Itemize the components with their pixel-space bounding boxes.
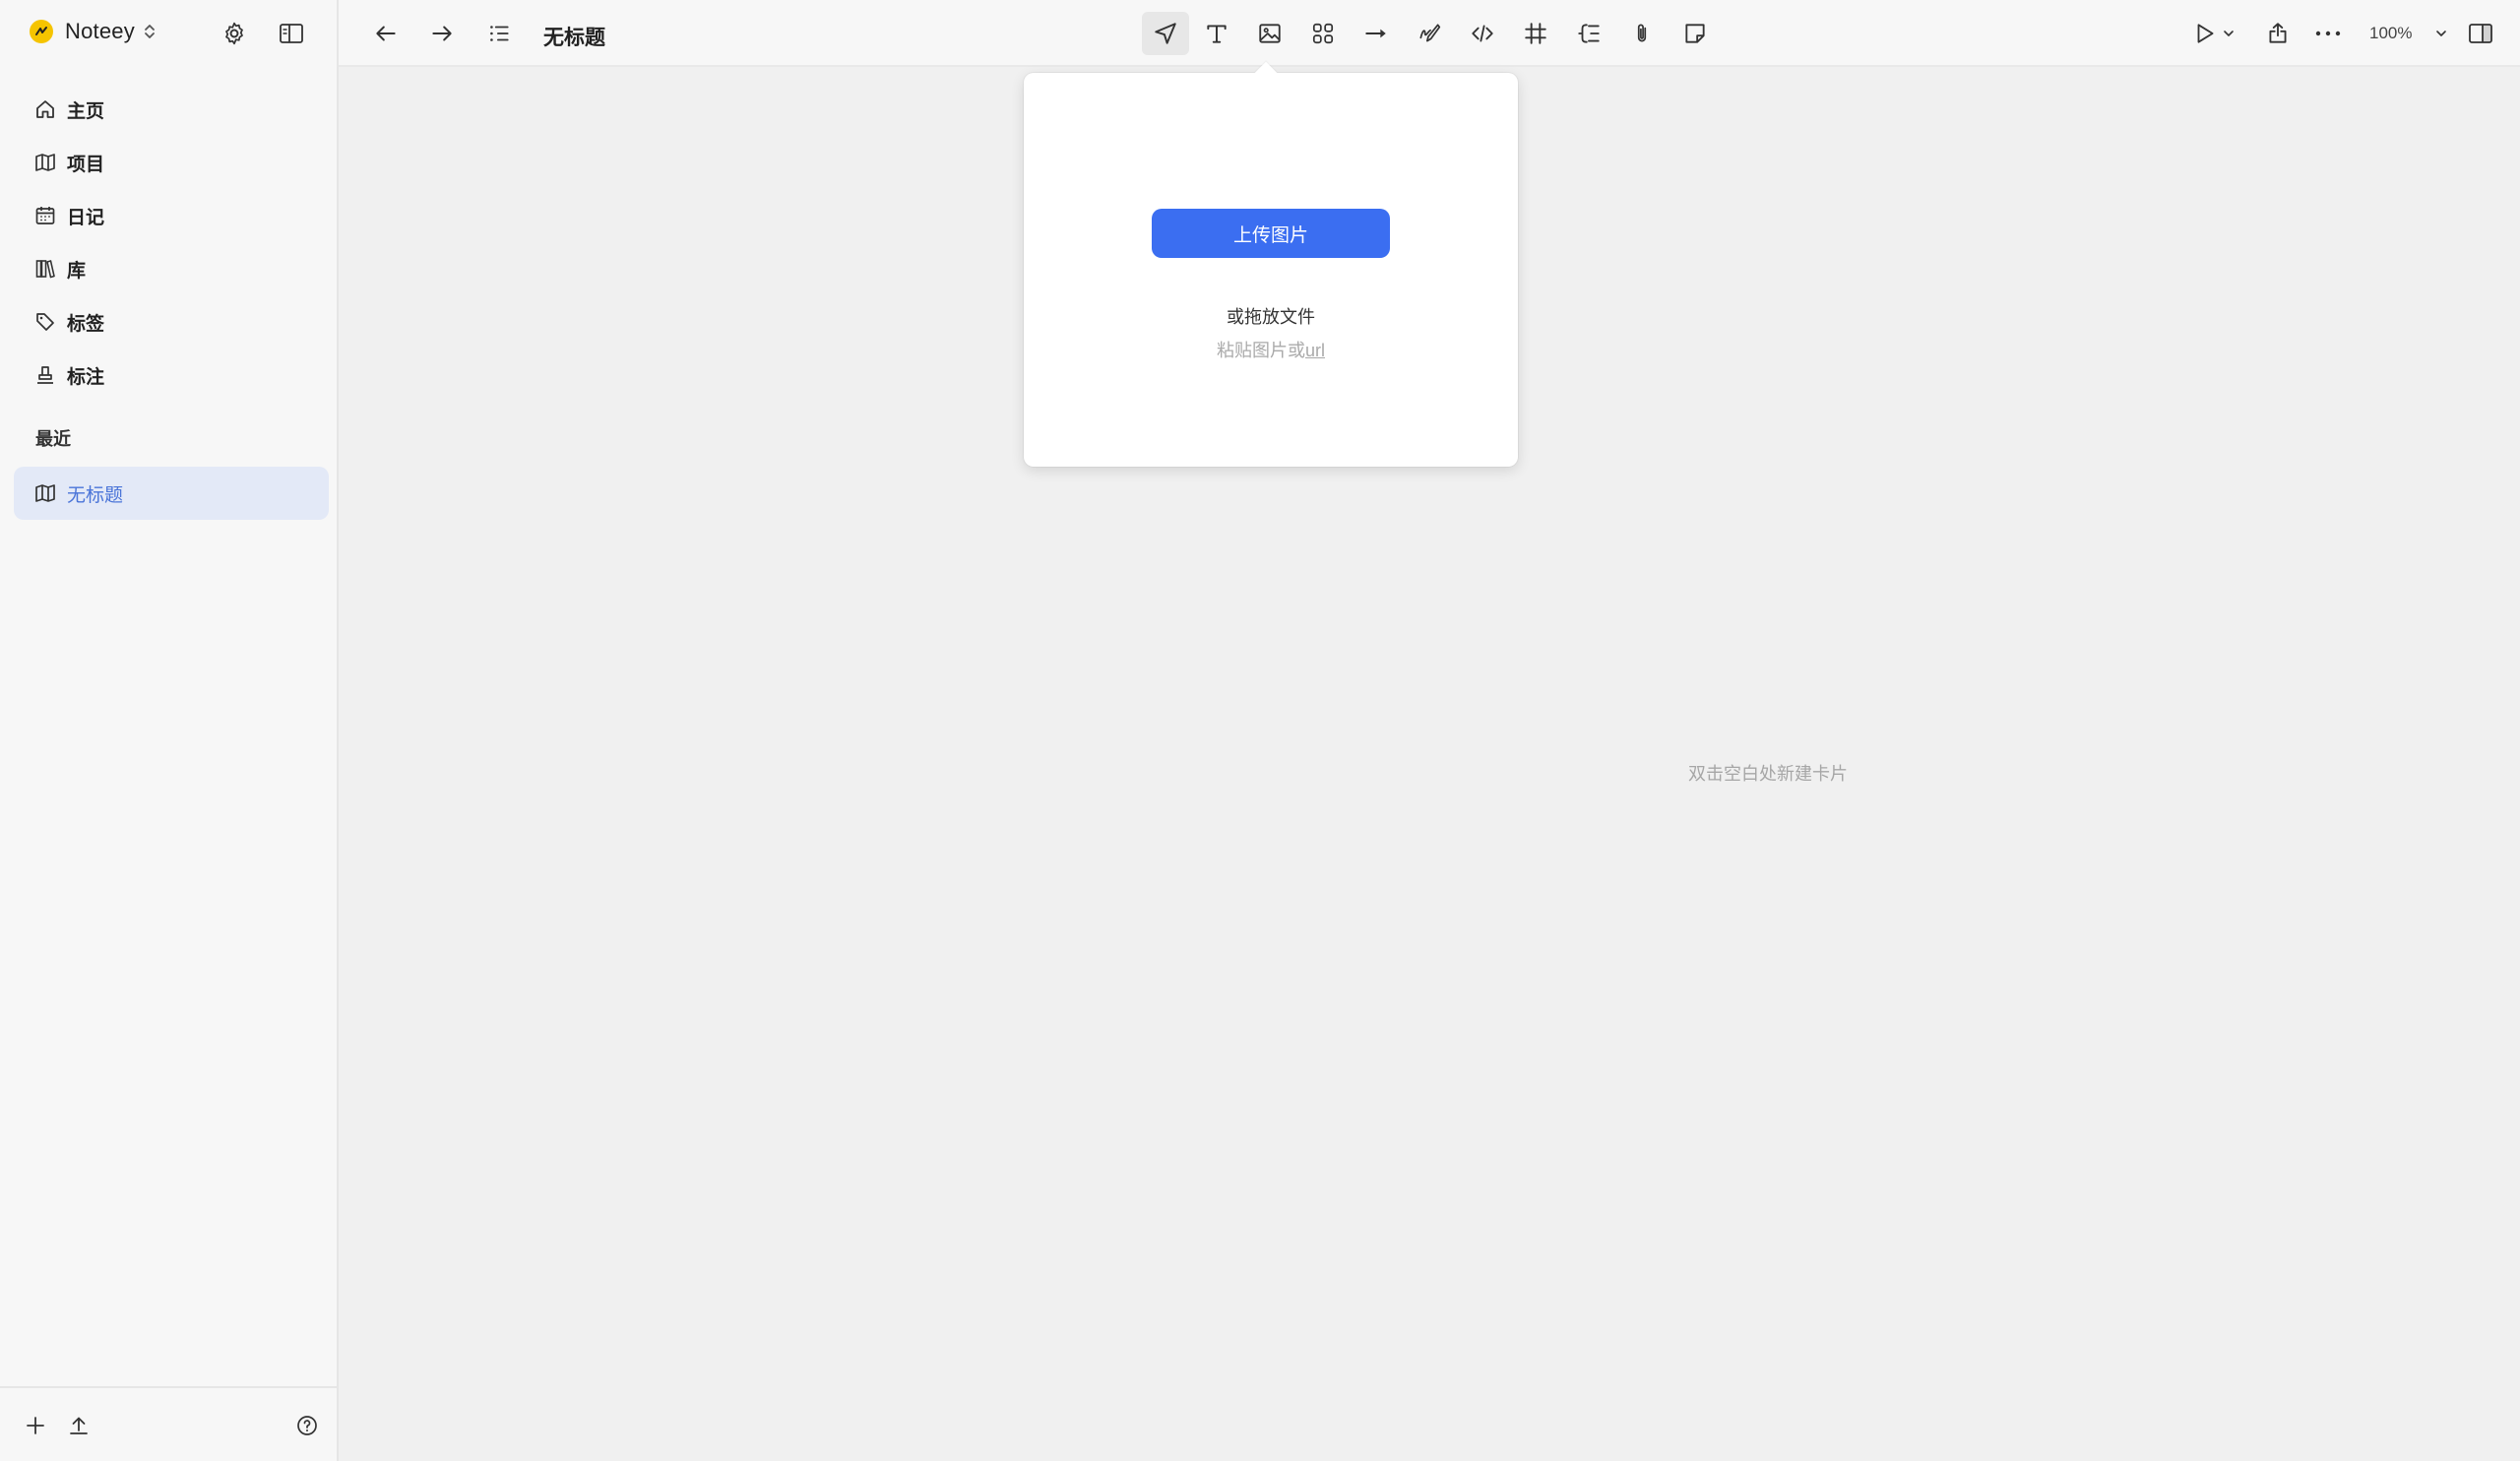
forward-button[interactable] [424, 16, 460, 51]
toggle-sidebar-button[interactable] [276, 18, 307, 49]
document-title[interactable]: 无标题 [543, 22, 605, 51]
present-options-button[interactable] [2219, 16, 2238, 51]
play-icon [2192, 21, 2218, 46]
tool-pen[interactable] [1412, 16, 1447, 51]
tool-mindmap[interactable] [1571, 16, 1606, 51]
grid-shapes-icon [1310, 21, 1336, 46]
sidebar-item-journal[interactable]: 日记 [14, 189, 329, 242]
calendar-icon [33, 204, 57, 227]
upload-image-button[interactable]: 上传图片 [1152, 209, 1390, 258]
paste-url-link[interactable]: url [1305, 341, 1325, 360]
paste-hint-prefix: 粘贴图片或 [1216, 341, 1305, 360]
chevron-down-icon [2222, 27, 2236, 40]
drop-file-text: 或拖放文件 [1227, 307, 1315, 327]
noteey-logo-icon [30, 20, 53, 43]
sidebar-panel-icon [279, 22, 304, 45]
share-icon [2265, 21, 2291, 46]
chevron-down-icon [2434, 27, 2448, 40]
library-icon [33, 257, 57, 281]
toggle-right-panel-button[interactable] [2463, 16, 2498, 51]
recent-item-untitled[interactable]: 无标题 [14, 467, 329, 520]
sidebar-item-label: 标签 [67, 313, 105, 335]
recent-list: 无标题 [14, 467, 329, 520]
sidebar-item-library[interactable]: 库 [14, 242, 329, 295]
sidebar-item-label: 日记 [67, 207, 105, 228]
gear-icon [221, 21, 247, 46]
top-toolbar: 无标题 100% [339, 0, 2520, 67]
zoom-select[interactable]: 100% [2369, 24, 2412, 43]
import-button[interactable] [63, 1410, 94, 1441]
tool-widgets[interactable] [1305, 16, 1341, 51]
sidebar-item-tags[interactable]: 标签 [14, 295, 329, 349]
new-item-button[interactable] [20, 1410, 51, 1441]
paste-hint: 粘贴图片或url [1024, 337, 1518, 362]
hash-frame-icon [1523, 21, 1548, 46]
sidebar-item-projects[interactable]: 项目 [14, 136, 329, 189]
sticky-note-icon [1682, 21, 1708, 46]
sidebar-item-label: 项目 [67, 154, 105, 175]
share-button[interactable] [2260, 16, 2296, 51]
help-circle-icon [295, 1414, 319, 1437]
sidebar-item-label: 标注 [67, 366, 105, 388]
workspace-switcher[interactable]: Noteey [30, 16, 157, 47]
list-icon [486, 21, 512, 46]
map-icon [33, 481, 57, 505]
ellipsis-icon [2313, 21, 2343, 46]
tool-connector[interactable] [1358, 16, 1394, 51]
tool-code[interactable] [1465, 16, 1500, 51]
map-icon [33, 151, 57, 174]
present-button[interactable] [2187, 16, 2223, 51]
tool-image[interactable] [1252, 16, 1288, 51]
sidebar-item-label: 库 [67, 260, 87, 282]
tool-frame[interactable] [1518, 16, 1553, 51]
recent-section-title: 最近 [35, 429, 71, 449]
sidebar-footer [0, 1386, 337, 1461]
code-icon [1470, 21, 1495, 46]
highlighter-icon [33, 363, 57, 387]
tool-attachment[interactable] [1624, 16, 1660, 51]
sidebar-nav: 主页 项目 日记 库 标签 标注 [14, 83, 329, 402]
image-icon [1257, 21, 1283, 46]
tool-select[interactable] [1142, 12, 1189, 55]
tool-sticky-note[interactable] [1677, 16, 1713, 51]
tool-text[interactable] [1199, 16, 1234, 51]
sidebar: Noteey 主页 项目 日记 库 标签 标注 最近 无标题 [0, 0, 339, 1461]
arrow-right-icon [429, 21, 455, 46]
paperclip-icon [1629, 21, 1655, 46]
arrow-connector-icon [1363, 21, 1389, 46]
settings-button[interactable] [219, 18, 250, 49]
tag-icon [33, 310, 57, 334]
upload-icon [67, 1414, 91, 1437]
tree-list-icon [1576, 21, 1602, 46]
back-button[interactable] [368, 16, 404, 51]
help-button[interactable] [291, 1410, 323, 1441]
chevron-up-down-icon [143, 22, 157, 41]
sidebar-item-annotations[interactable]: 标注 [14, 349, 329, 402]
sidebar-item-label: 主页 [67, 100, 105, 122]
canvas-hint: 双击空白处新建卡片 [1688, 764, 1848, 784]
outline-button[interactable] [481, 16, 517, 51]
more-button[interactable] [2310, 16, 2346, 51]
pen-draw-icon [1417, 21, 1442, 46]
zoom-dropdown-button[interactable] [2431, 16, 2451, 51]
sidebar-item-home[interactable]: 主页 [14, 83, 329, 136]
app-name: Noteey [65, 19, 135, 43]
arrow-left-icon [373, 21, 399, 46]
text-icon [1204, 21, 1229, 46]
plus-icon [24, 1414, 47, 1437]
recent-item-label: 无标题 [67, 484, 124, 506]
home-icon [33, 97, 57, 121]
right-panel-icon [2467, 22, 2494, 45]
image-upload-popover: 上传图片 或拖放文件 粘贴图片或url [1024, 61, 1518, 467]
cursor-arrow-icon [1153, 21, 1178, 46]
zoom-level: 100% [2369, 24, 2413, 42]
